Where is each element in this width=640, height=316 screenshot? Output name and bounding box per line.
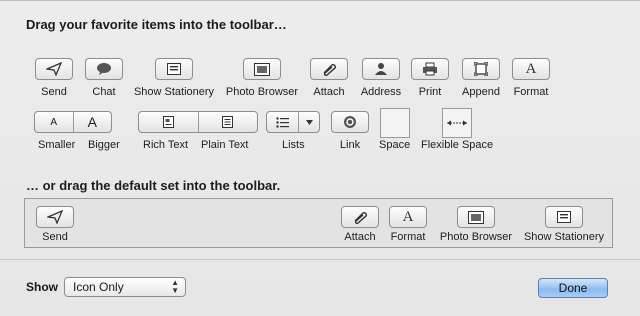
format-font-icon: A — [512, 58, 550, 80]
list-bullets-icon — [267, 112, 298, 132]
flexible-space-arrow-icon — [447, 120, 467, 126]
favorites-heading: Drag your favorite items into the toolba… — [26, 17, 287, 32]
send-item[interactable]: Send — [26, 58, 82, 98]
plain-text-label: Plain Text — [201, 139, 249, 151]
smaller-font-icon[interactable]: A — [35, 112, 73, 132]
default-attach-label: Attach — [344, 231, 376, 243]
updown-arrows-icon: ▲ ▼ — [171, 278, 179, 295]
rich-text-icon[interactable] — [139, 112, 198, 132]
format-item[interactable]: A Format — [504, 58, 558, 98]
link-label: Link — [339, 139, 361, 151]
send-icon — [35, 58, 73, 80]
chevron-down-icon — [298, 112, 319, 132]
default-toolbar-set[interactable]: Send Attach A Format Photo Browser Show … — [24, 198, 613, 248]
flexible-space-label: Flexible Space — [421, 139, 494, 151]
chat-item[interactable]: Chat — [76, 58, 132, 98]
paperclip-icon — [310, 58, 348, 80]
print-item[interactable]: Print — [404, 58, 456, 98]
default-send-label: Send — [42, 231, 68, 243]
show-label: Show — [26, 280, 58, 294]
address-label: Address — [360, 86, 402, 98]
link-icon — [331, 111, 369, 133]
photo-icon — [243, 58, 281, 80]
link-item[interactable]: Link — [324, 111, 376, 151]
format-font-icon: A — [389, 206, 427, 228]
text-style-segmented[interactable] — [138, 111, 258, 133]
append-icon — [462, 58, 500, 80]
append-label: Append — [462, 86, 500, 98]
default-format-label: Format — [390, 231, 426, 243]
address-item[interactable]: Address — [354, 58, 408, 98]
default-format-item: A Format — [384, 206, 432, 243]
default-photo-browser-label: Photo Browser — [439, 231, 513, 243]
attach-item[interactable]: Attach — [302, 58, 356, 98]
show-mode-select[interactable]: Icon Only ▲ ▼ — [64, 277, 186, 297]
send-label: Send — [41, 86, 67, 98]
photo-browser-label: Photo Browser — [225, 86, 299, 98]
default-set-heading: … or drag the default set into the toolb… — [26, 178, 281, 193]
space-label: Space — [379, 139, 411, 151]
stationery-icon — [545, 206, 583, 228]
font-size-segmented[interactable]: A A — [34, 111, 112, 133]
append-item[interactable]: Append — [454, 58, 508, 98]
chat-icon — [85, 58, 123, 80]
chat-label: Chat — [92, 86, 116, 98]
rich-text-label: Rich Text — [143, 139, 189, 151]
plain-text-icon[interactable] — [197, 112, 258, 132]
default-photo-browser-item: Photo Browser — [433, 206, 519, 243]
show-mode-value: Icon Only — [73, 280, 124, 294]
space-item[interactable] — [380, 108, 410, 138]
done-button[interactable]: Done — [538, 278, 608, 298]
lists-label: Lists — [282, 139, 305, 151]
send-icon — [36, 206, 74, 228]
stationery-icon — [155, 58, 193, 80]
bigger-font-icon[interactable]: A — [72, 112, 112, 132]
print-label: Print — [418, 86, 442, 98]
show-stationery-item[interactable]: Show Stationery — [128, 58, 220, 98]
paperclip-icon — [341, 206, 379, 228]
default-attach-item: Attach — [336, 206, 384, 243]
default-show-stationery-item: Show Stationery — [519, 206, 609, 243]
printer-icon — [411, 58, 449, 80]
lists-popup[interactable] — [266, 111, 320, 133]
address-person-icon — [362, 58, 400, 80]
smaller-label: Smaller — [38, 139, 76, 151]
attach-label: Attach — [313, 86, 345, 98]
flexible-space-item[interactable] — [442, 108, 472, 138]
bigger-label: Bigger — [88, 139, 120, 151]
default-send-item: Send — [29, 206, 81, 243]
customize-toolbar-sheet: Drag your favorite items into the toolba… — [0, 0, 640, 316]
footer-divider — [0, 259, 640, 260]
show-stationery-label: Show Stationery — [133, 86, 215, 98]
format-label: Format — [513, 86, 549, 98]
photo-icon — [457, 206, 495, 228]
photo-browser-item[interactable]: Photo Browser — [220, 58, 304, 98]
default-show-stationery-label: Show Stationery — [523, 231, 605, 243]
